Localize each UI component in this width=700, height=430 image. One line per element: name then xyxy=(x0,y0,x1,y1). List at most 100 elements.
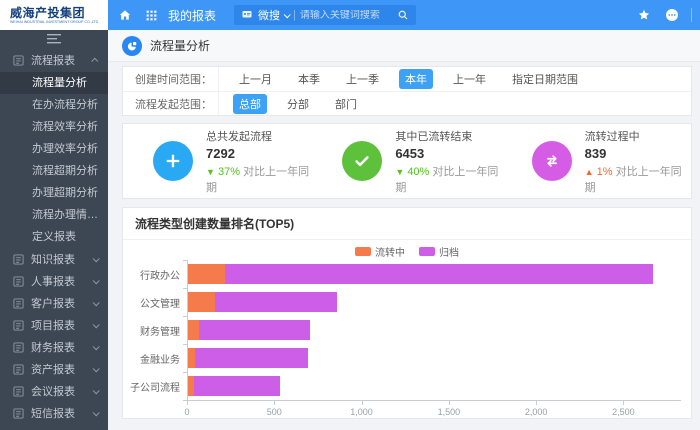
filter-option[interactable]: 上一年 xyxy=(447,69,492,89)
search-icon[interactable] xyxy=(396,8,410,22)
trend-up-icon: ▲ xyxy=(585,167,594,177)
sidebar-subitem[interactable]: 办理超期分析 xyxy=(0,182,108,204)
bar-segment-归档[interactable] xyxy=(194,376,280,396)
chevron-down-icon xyxy=(93,277,100,284)
nav-my-reports[interactable]: 我的报表 xyxy=(168,7,216,24)
home-icon[interactable] xyxy=(116,6,134,24)
sidebar-subitem[interactable]: 流程办理情况统... xyxy=(0,204,108,226)
report-icon xyxy=(13,364,24,375)
more-options-icon[interactable] xyxy=(663,6,681,24)
chevron-down-icon xyxy=(93,255,100,262)
x-tick xyxy=(362,401,363,405)
x-tick-label: 1,000 xyxy=(350,407,373,417)
report-icon xyxy=(13,342,24,353)
sidebar-section-process-reports[interactable]: 流程报表 xyxy=(0,48,108,72)
bar-segment-流转中[interactable] xyxy=(187,376,194,396)
global-search[interactable]: 微搜 | xyxy=(234,5,416,25)
x-tick xyxy=(187,401,188,405)
bar-segment-流转中[interactable] xyxy=(187,264,225,284)
sidebar-section-label: 知识报表 xyxy=(31,251,75,267)
sidebar-section[interactable]: 资产报表 xyxy=(0,358,108,380)
header-divider xyxy=(691,8,692,22)
top-bar: 威海产投集团 WEIHAI INDUSTRIAL INVESTMENT GROU… xyxy=(0,0,700,30)
favorite-star-icon[interactable] xyxy=(635,6,653,24)
kpi-in-progress: 流转过程中 839 ▲ 1% 对比上一年同期 xyxy=(502,128,691,195)
bar-segment-流转中[interactable] xyxy=(187,292,215,312)
sidebar-subitem[interactable]: 在办流程分析 xyxy=(0,94,108,116)
bar-track xyxy=(187,292,681,312)
report-icon xyxy=(13,55,24,66)
filter-option[interactable]: 本季 xyxy=(292,69,326,89)
legend-label: 归档 xyxy=(439,244,459,259)
x-tick-label: 2,000 xyxy=(525,407,548,417)
chart-category-label: 子公司流程 xyxy=(123,379,187,394)
report-icon xyxy=(13,320,24,331)
apps-grid-icon[interactable] xyxy=(142,6,160,24)
sidebar-section[interactable]: 人事报表 xyxy=(0,270,108,292)
kpi-value: 839 xyxy=(585,146,691,161)
filter-option[interactable]: 指定日期范围 xyxy=(506,69,584,89)
sidebar-section-label: 客户报表 xyxy=(31,295,75,311)
kpi-summary: 总共发起流程 7292 ▼ 37% 对比上一年同期 其中已流转结束 6453 ▼… xyxy=(122,123,692,199)
chart-category-label: 行政办公 xyxy=(123,267,187,282)
filter-option[interactable]: 上一季 xyxy=(340,69,385,89)
filter-label: 创建时间范围： xyxy=(123,71,218,87)
bar-segment-归档[interactable] xyxy=(225,264,653,284)
filter-option[interactable]: 分部 xyxy=(281,94,315,114)
legend-swatch xyxy=(419,247,435,256)
legend-item[interactable]: 归档 xyxy=(419,244,459,259)
sidebar-subitem[interactable]: 定义报表 xyxy=(0,226,108,248)
filter-option[interactable]: 本年 xyxy=(399,69,433,89)
sidebar-section[interactable]: 会议报表 xyxy=(0,380,108,402)
legend-item[interactable]: 流转中 xyxy=(355,244,405,259)
bar-segment-归档[interactable] xyxy=(215,292,337,312)
sidebar-collapse-button[interactable] xyxy=(0,30,108,48)
sidebar-section[interactable]: 项目报表 xyxy=(0,314,108,336)
kpi-label: 其中已流转结束 xyxy=(395,128,501,144)
kpi-delta-percent: 37% xyxy=(218,166,240,178)
kpi-delta: ▲ 1% 对比上一年同期 xyxy=(585,163,691,195)
y-tick xyxy=(183,316,187,317)
filter-option[interactable]: 总部 xyxy=(233,94,267,114)
chart-category-label: 公文管理 xyxy=(123,295,187,310)
sidebar-section[interactable]: 知识报表 xyxy=(0,248,108,270)
kpi-label: 流转过程中 xyxy=(585,128,691,144)
y-tick xyxy=(183,288,187,289)
kpi-label: 总共发起流程 xyxy=(206,128,312,144)
bar-segment-流转中[interactable] xyxy=(187,348,195,368)
chart-bar-row: 公文管理 xyxy=(123,288,681,316)
y-tick xyxy=(183,260,187,261)
sidebar-section-label: 财务报表 xyxy=(31,339,75,355)
x-tick xyxy=(536,401,537,405)
wesearch-app-icon xyxy=(240,8,254,22)
chevron-down-icon xyxy=(93,343,100,350)
x-tick-label: 0 xyxy=(184,407,189,417)
search-input[interactable] xyxy=(300,10,392,21)
chart-y-axis xyxy=(187,260,188,400)
chevron-down-icon xyxy=(93,299,100,306)
search-scope-select[interactable]: 微搜 xyxy=(258,7,280,23)
bar-segment-归档[interactable] xyxy=(199,320,310,340)
chevron-down-icon[interactable] xyxy=(284,11,291,18)
kpi-delta: ▼ 40% 对比上一年同期 xyxy=(395,163,501,195)
sidebar-section[interactable]: 客户报表 xyxy=(0,292,108,314)
kpi-delta-percent: 40% xyxy=(407,166,429,178)
filter-row: 创建时间范围： 上一月本季上一季本年上一年指定日期范围 xyxy=(123,67,691,91)
chevron-up-icon xyxy=(91,57,98,64)
sidebar-section[interactable]: 财务报表 xyxy=(0,336,108,358)
sidebar-subitem[interactable]: 流程效率分析 xyxy=(0,116,108,138)
chart-plot: 行政办公公文管理财务管理金融业务子公司流程 05001,0001,5002,00… xyxy=(123,260,691,422)
sidebar-subitem[interactable]: 办理效率分析 xyxy=(0,138,108,160)
sidebar-subitem[interactable]: 流程超期分析 xyxy=(0,160,108,182)
chart-bar-row: 行政办公 xyxy=(123,260,681,288)
filter-option[interactable]: 上一月 xyxy=(233,69,278,89)
chart-title: 流程类型创建数量排名(TOP5) xyxy=(123,208,691,240)
filter-option[interactable]: 部门 xyxy=(329,94,363,114)
sidebar-section[interactable]: 短信报表 xyxy=(0,402,108,424)
sidebar-subitem[interactable]: 流程量分析 xyxy=(0,72,108,94)
bar-segment-归档[interactable] xyxy=(195,348,308,368)
chart-category-label: 财务管理 xyxy=(123,323,187,338)
sidebar-subitems: 流程量分析在办流程分析流程效率分析办理效率分析流程超期分析办理超期分析流程办理情… xyxy=(0,72,108,248)
bar-segment-流转中[interactable] xyxy=(187,320,199,340)
sync-icon xyxy=(532,141,572,181)
